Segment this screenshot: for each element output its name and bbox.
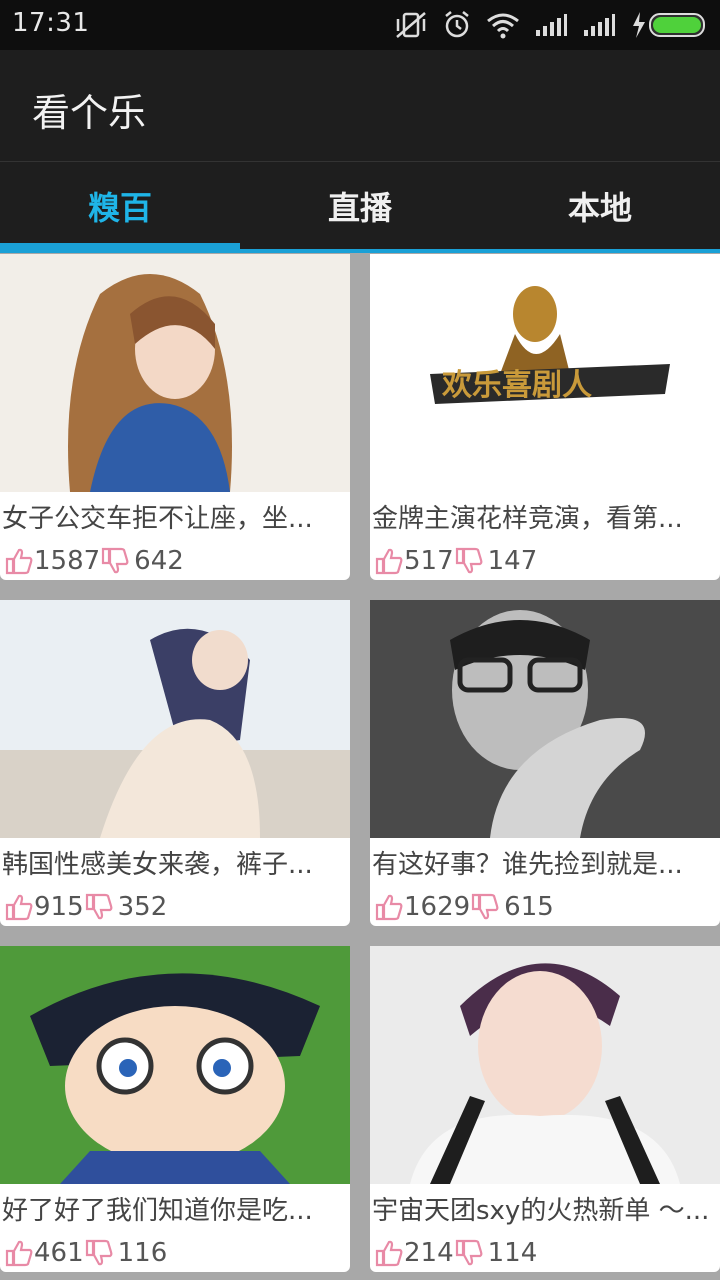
thumbs-up-icon[interactable] [374, 546, 404, 576]
like-count: 1587 [34, 546, 101, 576]
video-stats: 517 147 [374, 544, 537, 578]
dislike-count: 352 [117, 892, 168, 922]
video-card[interactable]: 欢乐喜剧人 金牌主演花样竞演，看第... 517 147 [370, 254, 720, 580]
video-caption: 宇宙天团sxy的火热新单 ～... [372, 1196, 710, 1226]
dislike-count: 116 [117, 1238, 168, 1268]
video-thumbnail[interactable] [370, 600, 720, 838]
video-card[interactable]: 韩国性感美女来袭，裤子... 915 352 [0, 600, 350, 926]
video-thumbnail[interactable] [0, 946, 350, 1184]
tab-live[interactable]: 直播 [240, 162, 480, 249]
dislike-count: 615 [504, 892, 554, 922]
thumbs-up-icon[interactable] [4, 546, 34, 576]
wifi-icon [487, 13, 519, 39]
show-logo-text: 欢乐喜剧人 [441, 368, 592, 403]
thumbs-down-icon[interactable] [454, 1238, 484, 1268]
like-count: 1629 [404, 892, 471, 922]
like-count: 214 [404, 1238, 454, 1268]
thumbs-up-icon[interactable] [4, 1238, 34, 1268]
video-thumbnail[interactable]: 欢乐喜剧人 [370, 254, 720, 492]
video-card[interactable]: 好了好了我们知道你是吃... 461 116 [0, 946, 350, 1272]
like-count: 517 [404, 546, 454, 576]
video-stats: 1629 615 [374, 890, 554, 924]
video-caption: 女子公交车拒不让座，坐... [2, 504, 313, 534]
video-thumbnail[interactable] [0, 254, 350, 492]
app-title: 看个乐 [32, 91, 147, 135]
dislike-count: 114 [487, 1238, 538, 1268]
status-time: 17:31 [12, 8, 90, 38]
thumbs-up-icon[interactable] [374, 1238, 404, 1268]
video-caption: 韩国性感美女来袭，裤子... [2, 850, 313, 880]
tab-bar: 糗百 直播 本地 [0, 162, 720, 253]
tab-indicator [0, 243, 240, 253]
thumbs-down-icon[interactable] [84, 1238, 114, 1268]
video-caption: 金牌主演花样竞演，看第... [372, 504, 683, 534]
tab-local[interactable]: 本地 [480, 162, 720, 249]
app-bar: 看个乐 [0, 50, 720, 162]
video-caption: 有这好事？谁先捡到就是... [372, 850, 683, 880]
video-thumbnail[interactable] [0, 600, 350, 838]
like-count: 461 [34, 1238, 84, 1268]
video-stats: 1587 642 [4, 544, 184, 578]
alarm-icon [445, 11, 469, 38]
video-stats: 915 352 [4, 890, 167, 924]
tab-qiubai[interactable]: 糗百 [0, 162, 240, 249]
thumbs-down-icon[interactable] [100, 546, 130, 576]
status-icons [394, 8, 710, 42]
video-stats: 461 116 [4, 1236, 167, 1270]
battery-charging-icon [633, 12, 705, 38]
thumbs-up-icon[interactable] [4, 892, 34, 922]
dislike-count: 642 [134, 546, 184, 576]
status-bar: 17:31 [0, 0, 720, 50]
video-thumbnail[interactable] [370, 946, 720, 1184]
video-card[interactable]: 宇宙天团sxy的火热新单 ～... 214 114 [370, 946, 720, 1272]
like-count: 915 [34, 892, 84, 922]
video-stats: 214 114 [374, 1236, 537, 1270]
video-caption: 好了好了我们知道你是吃... [2, 1196, 313, 1226]
video-card[interactable]: 女子公交车拒不让座，坐... 1587 642 [0, 254, 350, 580]
thumbs-down-icon[interactable] [454, 546, 484, 576]
thumbs-down-icon[interactable] [470, 892, 500, 922]
dislike-count: 147 [487, 546, 538, 576]
thumbs-down-icon[interactable] [84, 892, 114, 922]
vibrate-off-icon [396, 12, 426, 38]
signal-icon-2 [584, 14, 615, 36]
video-card[interactable]: 有这好事？谁先捡到就是... 1629 615 [370, 600, 720, 926]
signal-icon [536, 14, 567, 36]
thumbs-up-icon[interactable] [374, 892, 404, 922]
